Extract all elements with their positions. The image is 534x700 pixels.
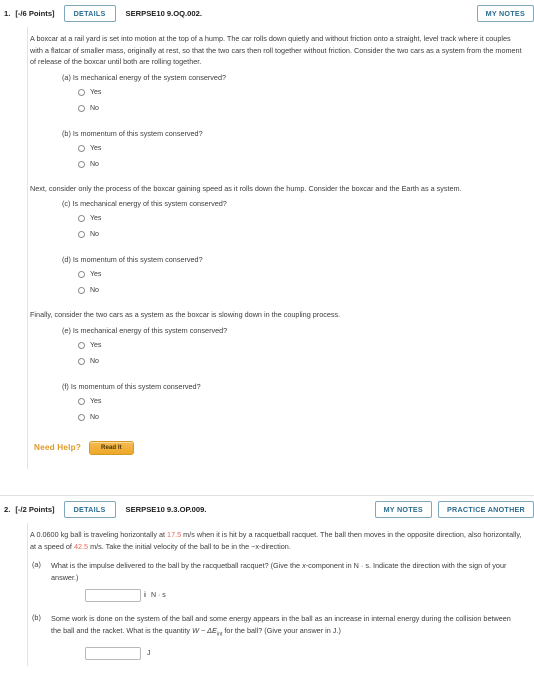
- question-e-option-no-label: No: [90, 357, 99, 365]
- problem-2-code: SERPSE10 9.3.OP.009.: [125, 505, 207, 514]
- question-b-option-yes[interactable]: Yes: [78, 141, 528, 156]
- intro-value-1: 17.5: [167, 530, 182, 540]
- question-e-option-no[interactable]: No: [78, 354, 528, 369]
- question-d-option-yes-label: Yes: [90, 271, 102, 279]
- problem-1-header-actions: MY NOTES: [476, 5, 534, 23]
- practice-another-button[interactable]: PRACTICE ANOTHER: [437, 500, 534, 519]
- problem-2-points: [-/2 Points]: [15, 505, 55, 514]
- details-button-2[interactable]: DETAILS: [63, 500, 116, 519]
- question-f-option-no-label: No: [90, 413, 99, 421]
- radio-icon[interactable]: [78, 104, 85, 112]
- question-b-option-no-label: No: [90, 160, 99, 168]
- problem-1-intro-text: A boxcar at a rail yard is set into moti…: [30, 34, 522, 67]
- part-b-variable: W − ΔE: [192, 625, 217, 635]
- question-c-option-yes-label: Yes: [90, 215, 102, 223]
- question-d: (d) Is momentum of this system conserved…: [62, 254, 528, 298]
- part-b-letter: (b): [32, 613, 41, 623]
- problem-1-mid-text: Next, consider only the process of the b…: [30, 183, 462, 193]
- part-b-content: Some work is done on the system of the b…: [51, 613, 521, 660]
- question-a-option-yes-label: Yes: [90, 88, 102, 96]
- problem-1-header: 1. [-/6 Points] DETAILS SERPSE10 9.OQ.00…: [0, 0, 534, 27]
- question-c-option-no[interactable]: No: [78, 227, 528, 242]
- question-e: (e) Is mechanical energy of this system …: [62, 325, 528, 369]
- radio-icon[interactable]: [78, 215, 85, 223]
- part-a-unit: N · s: [150, 592, 166, 600]
- problem-2-intro-text: A 0.0600 kg ball is traveling horizontal…: [30, 529, 524, 552]
- radio-icon[interactable]: [78, 144, 85, 152]
- radio-icon[interactable]: [78, 397, 85, 405]
- question-f-option-no[interactable]: No: [78, 410, 528, 425]
- question-c-option-yes[interactable]: Yes: [78, 211, 528, 226]
- radio-icon[interactable]: [78, 88, 85, 96]
- question-a-option-no-label: No: [90, 104, 99, 112]
- problem-1-number: 1.: [4, 9, 11, 19]
- radio-icon[interactable]: [78, 160, 85, 168]
- question-d-option-no-label: No: [90, 287, 99, 295]
- intro-value-2: 42.5: [73, 541, 89, 551]
- problem-2-part-b: (b) Some work is done on the system of t…: [32, 613, 528, 660]
- question-c-label: (c) Is mechanical energy of this system …: [62, 199, 227, 209]
- question-f-option-yes[interactable]: Yes: [78, 394, 528, 409]
- radio-icon[interactable]: [78, 271, 85, 279]
- radio-icon[interactable]: [78, 341, 85, 349]
- question-a-option-no[interactable]: No: [78, 101, 528, 116]
- part-a-answer-input[interactable]: [85, 589, 141, 603]
- question-b: (b) Is momentum of this system conserved…: [62, 128, 528, 172]
- problem-2-part-a: (a) What is the impulse delivered to the…: [32, 560, 528, 603]
- problem-2: 2. [-/2 Points] DETAILS SERPSE10 9.3.OP.…: [0, 496, 534, 666]
- part-a-answer-row: i N · s: [85, 589, 521, 603]
- question-f: (f) Is momentum of this system conserved…: [62, 381, 528, 425]
- question-a: (a) Is mechanical energy of the system c…: [62, 72, 528, 116]
- part-b-text-post: for the ball? (Give your answer in J.): [222, 625, 341, 635]
- question-e-option-yes[interactable]: Yes: [78, 338, 528, 353]
- question-a-option-yes[interactable]: Yes: [78, 85, 528, 100]
- part-b-text: Some work is done on the system of the b…: [51, 613, 521, 640]
- part-b-unit: J: [147, 649, 151, 657]
- question-e-option-yes-label: Yes: [90, 341, 102, 349]
- radio-icon[interactable]: [78, 413, 85, 421]
- question-b-option-no[interactable]: No: [78, 157, 528, 172]
- question-b-label: (b) Is momentum of this system conserved…: [62, 128, 203, 138]
- question-c: (c) Is mechanical energy of this system …: [62, 198, 528, 242]
- part-a-text: What is the impulse delivered to the bal…: [51, 560, 521, 583]
- part-b-answer-input[interactable]: [85, 646, 141, 660]
- question-a-label: (a) Is mechanical energy of the system c…: [62, 72, 227, 82]
- part-a-content: What is the impulse delivered to the bal…: [51, 560, 521, 603]
- problem-1-points: [-/6 Points]: [15, 9, 55, 19]
- question-c-option-no-label: No: [90, 231, 99, 239]
- part-a-text-pre: What is the impulse delivered to the bal…: [51, 561, 303, 571]
- problem-1-final-text: Finally, consider the two cars as a syst…: [30, 310, 341, 320]
- radio-icon[interactable]: [78, 357, 85, 365]
- need-help-label: Need Help?: [34, 443, 82, 453]
- question-d-option-yes[interactable]: Yes: [78, 267, 528, 282]
- part-a-letter: (a): [32, 560, 41, 570]
- problem-1-code: SERPSE10 9.OQ.002.: [125, 9, 202, 19]
- question-f-option-yes-label: Yes: [90, 397, 102, 405]
- read-it-button[interactable]: Read It: [89, 440, 134, 455]
- my-notes-button-1[interactable]: MY NOTES: [476, 5, 534, 23]
- question-d-option-no[interactable]: No: [78, 283, 528, 298]
- problem-2-header-actions: MY NOTES PRACTICE ANOTHER: [374, 500, 534, 519]
- intro-pre: A 0.0600 kg ball is traveling horizontal…: [30, 530, 168, 540]
- question-f-label: (f) Is momentum of this system conserved…: [62, 381, 201, 391]
- question-e-label: (e) Is mechanical energy of this system …: [62, 325, 228, 335]
- problem-1: 1. [-/6 Points] DETAILS SERPSE10 9.OQ.00…: [0, 0, 534, 469]
- problem-2-header: 2. [-/2 Points] DETAILS SERPSE10 9.3.OP.…: [0, 496, 534, 523]
- intro-post: m/s. Take the initial velocity of the ba…: [88, 541, 291, 551]
- question-d-label: (d) Is momentum of this system conserved…: [62, 255, 203, 265]
- problem-2-body: A 0.0600 kg ball is traveling horizontal…: [0, 523, 534, 666]
- info-icon[interactable]: i: [144, 592, 146, 599]
- part-b-answer-row: J: [85, 646, 521, 660]
- radio-icon[interactable]: [78, 231, 85, 239]
- details-button-1[interactable]: DETAILS: [63, 5, 116, 23]
- problem-1-body: A boxcar at a rail yard is set into moti…: [0, 27, 534, 469]
- radio-icon[interactable]: [78, 287, 85, 295]
- my-notes-button-2[interactable]: MY NOTES: [374, 500, 432, 519]
- problem-2-number: 2.: [4, 505, 11, 514]
- need-help-section: Need Help? Read It: [34, 440, 528, 455]
- question-b-option-yes-label: Yes: [90, 144, 102, 152]
